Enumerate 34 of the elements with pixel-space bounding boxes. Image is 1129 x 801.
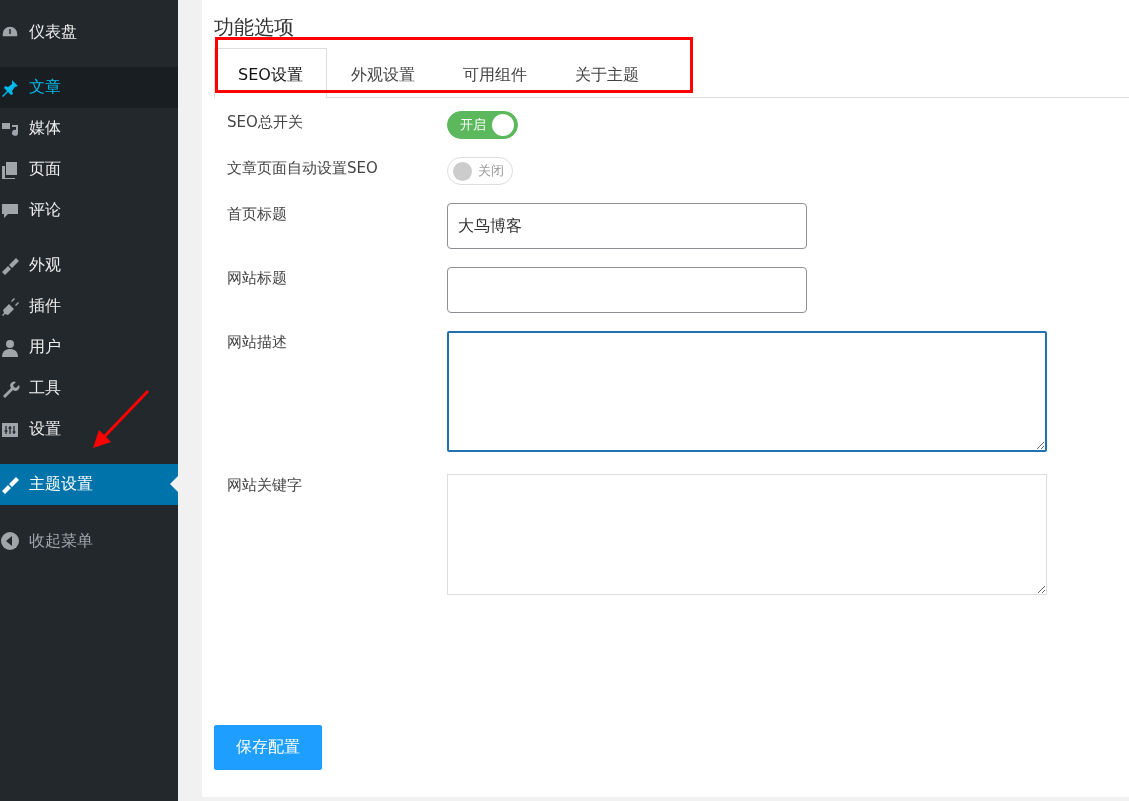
tab[interactable]: 外观设置 (326, 48, 439, 98)
field-label: SEO总开关 (227, 112, 304, 132)
menu-item-icon (0, 159, 20, 180)
sidebar-item[interactable]: 媒体 (0, 108, 178, 149)
text-field[interactable]: 大鸟博客 (447, 203, 807, 249)
field-label: 网站关键字 (227, 475, 303, 495)
menu-item-icon (0, 474, 20, 495)
sidebar-item[interactable]: 用户 (0, 327, 178, 368)
sidebar-item[interactable]: 插件 (0, 286, 178, 327)
field-label: 网站标题 (227, 268, 288, 288)
sidebar-item[interactable]: 评论 (0, 190, 178, 231)
menu-item-icon (0, 77, 20, 98)
annotation-arrow (90, 388, 152, 450)
collapse-menu-button[interactable]: 收起菜单 (0, 519, 178, 563)
sidebar-item[interactable]: 页面 (0, 149, 178, 190)
field-label: 文章页面自动设置SEO (227, 158, 379, 178)
field-label: 网站描述 (227, 332, 288, 352)
text-field[interactable] (447, 267, 807, 313)
menu-item-icon (0, 337, 20, 358)
menu-item-icon (0, 296, 20, 317)
tab[interactable]: SEO设置 (214, 48, 327, 98)
sidebar-item[interactable]: 文章 (0, 67, 178, 108)
sidebar-item[interactable]: 设置 (0, 409, 178, 450)
field-label: 首页标题 (227, 204, 288, 224)
tab[interactable]: 关于主题 (550, 48, 663, 98)
text-area[interactable] (447, 331, 1047, 452)
sidebar-item[interactable]: 外观 (0, 245, 178, 286)
current-pointer-icon (170, 476, 178, 492)
menu-item-icon (0, 255, 20, 276)
sidebar-item[interactable]: 仪表盘 (0, 12, 178, 53)
sidebar-item[interactable]: 主题设置 (0, 464, 178, 505)
page-title: 功能选项 (214, 14, 294, 41)
tab[interactable]: 可用组件 (438, 48, 551, 98)
sidebar-item[interactable]: 工具 (0, 368, 178, 409)
